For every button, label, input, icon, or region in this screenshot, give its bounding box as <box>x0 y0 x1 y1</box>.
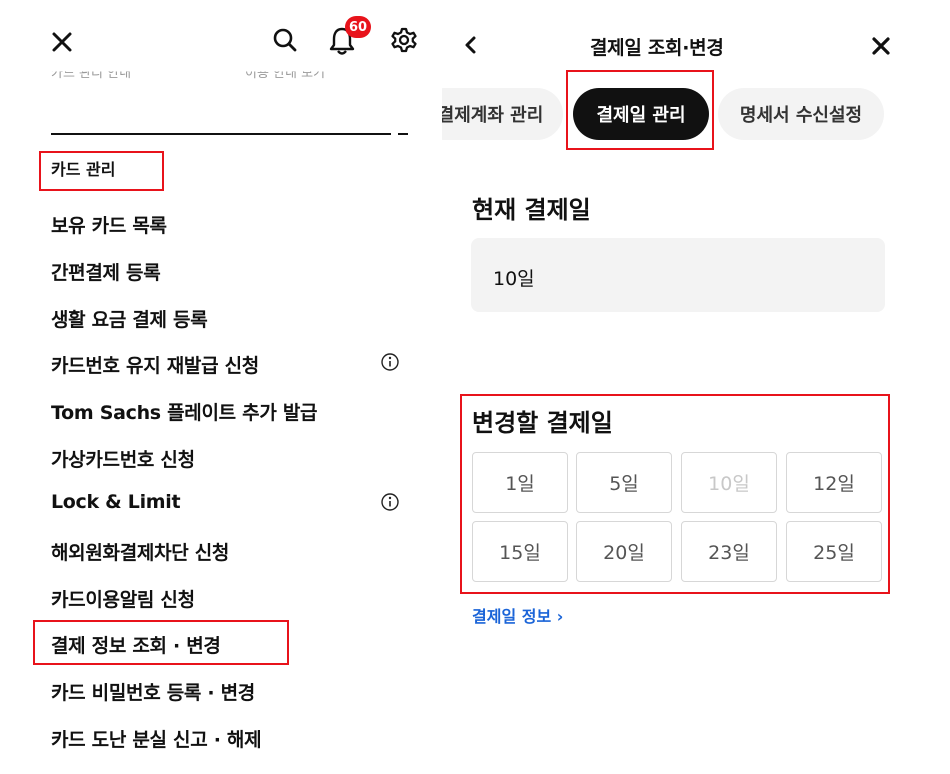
payment-date-screen: 결제일 조회·변경 결제계좌 관리 결제일 관리 명세서 수신설정 현재 결제일… <box>442 0 950 774</box>
current-date-value: 10일 <box>493 268 535 290</box>
menu-item-utility-pay[interactable]: 생활 요금 결제 등록 <box>51 305 208 332</box>
day-option-15[interactable]: 15일 <box>472 521 568 582</box>
menu-item-virtual-card[interactable]: 가상카드번호 신청 <box>51 445 195 472</box>
gear-icon <box>391 27 417 53</box>
info-button-lock-limit[interactable] <box>380 492 400 512</box>
menu-item-payment-info[interactable]: 결제 정보 조회 · 변경 <box>51 631 221 658</box>
info-icon <box>381 353 399 371</box>
faded-text: 이용 안내 보기 <box>245 66 326 82</box>
menu-item-lock-limit[interactable]: Lock & Limit <box>51 491 181 513</box>
menu-item-lost-report[interactable]: 카드 도난 분실 신고 · 해제 <box>51 725 262 752</box>
close-menu-button[interactable] <box>44 24 80 60</box>
menu-item-tom-sachs[interactable]: Tom Sachs 플레이트 추가 발급 <box>51 398 318 425</box>
section-title: 카드 관리 <box>51 160 116 179</box>
tab-payment-date[interactable]: 결제일 관리 <box>573 88 709 140</box>
search-button[interactable] <box>268 22 302 58</box>
notification-badge: 60 <box>345 16 371 38</box>
menu-item-easy-pay[interactable]: 간편결제 등록 <box>51 258 161 285</box>
day-option-10: 10일 <box>681 452 777 513</box>
menu-item-owned-cards[interactable]: 보유 카드 목록 <box>51 211 167 238</box>
page-title: 결제일 조회·변경 <box>590 37 724 59</box>
day-option-25[interactable]: 25일 <box>786 521 882 582</box>
payment-date-info-link[interactable]: 결제일 정보 › <box>472 603 563 627</box>
day-option-20[interactable]: 20일 <box>576 521 672 582</box>
menu-item-usage-alert[interactable]: 카드이용알림 신청 <box>51 585 195 612</box>
day-option-1[interactable]: 1일 <box>472 452 568 513</box>
day-option-5[interactable]: 5일 <box>576 452 672 513</box>
menu-item-card-password[interactable]: 카드 비밀번호 등록 · 변경 <box>51 678 255 705</box>
tab-payment-account[interactable]: 결제계좌 관리 <box>442 88 563 140</box>
day-option-23[interactable]: 23일 <box>681 521 777 582</box>
info-icon <box>381 493 399 511</box>
chevron-left-icon <box>465 36 476 54</box>
close-icon <box>872 37 890 55</box>
day-option-12[interactable]: 12일 <box>786 452 882 513</box>
info-button-reissue[interactable] <box>380 352 400 372</box>
change-date-label: 변경할 결제일 <box>472 409 613 437</box>
current-date-label: 현재 결제일 <box>472 196 591 224</box>
notification-button[interactable]: 60 <box>324 16 372 60</box>
menu-item-dcc-block[interactable]: 해외원화결제차단 신청 <box>51 538 229 565</box>
divider <box>398 133 408 135</box>
close-icon <box>52 32 72 52</box>
settings-button[interactable] <box>386 22 422 58</box>
divider <box>51 133 391 135</box>
faded-text: 카드 관리 안내 <box>51 66 132 82</box>
back-button[interactable] <box>456 28 486 62</box>
search-icon <box>273 28 297 52</box>
menu-item-reissue[interactable]: 카드번호 유지 재발급 신청 <box>51 351 259 378</box>
close-button[interactable] <box>864 30 898 62</box>
menu-panel: 60 카드 관리 안내 이용 안내 보기 카드 관리 보유 카드 목록 간편결제… <box>0 0 440 774</box>
tab-statement-settings[interactable]: 명세서 수신설정 <box>718 88 884 140</box>
current-date-box: 10일 <box>471 238 885 312</box>
